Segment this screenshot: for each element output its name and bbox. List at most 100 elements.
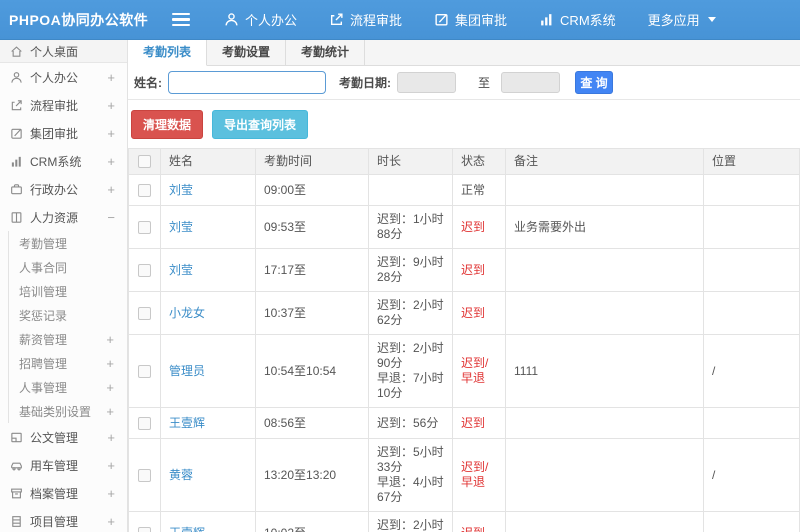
sidebar-item-admin-office[interactable]: 行政办公 + bbox=[0, 175, 127, 203]
duration-cell bbox=[368, 174, 453, 206]
menu-toggle-icon[interactable] bbox=[172, 13, 190, 26]
person-icon bbox=[9, 71, 23, 84]
sidebar-item-vehicle-management[interactable]: 用车管理 + bbox=[0, 451, 127, 479]
sidebar-item-archive-management[interactable]: 档案管理 + bbox=[0, 479, 127, 507]
employee-name-link[interactable]: 管理员 bbox=[169, 364, 205, 378]
duration-cell: 迟到：9小时28分 bbox=[368, 248, 453, 292]
location-cell bbox=[703, 291, 800, 335]
sidebar-subitem-personnel-management[interactable]: 人事管理 + bbox=[19, 375, 127, 399]
tab-attendance-stats[interactable]: 考勤统计 bbox=[286, 40, 366, 66]
action-buttons: 清理数据 导出查询列表 bbox=[128, 100, 800, 148]
sidebar-item-group-approval[interactable]: 集团审批 + bbox=[0, 119, 127, 147]
nav-item-more-apps[interactable]: 更多应用 bbox=[648, 10, 716, 29]
row-checkbox[interactable] bbox=[138, 220, 151, 234]
nav-item-personal-office[interactable]: 个人办公 bbox=[224, 10, 297, 29]
nav-item-group-approval[interactable]: 集团审批 bbox=[434, 10, 507, 29]
expand-plus-icon[interactable]: + bbox=[106, 332, 114, 347]
expand-plus-icon[interactable]: + bbox=[107, 458, 115, 473]
expand-plus-icon[interactable]: + bbox=[107, 154, 115, 169]
note-cell bbox=[505, 511, 704, 532]
sidebar-subitem-reward-punishment[interactable]: 奖惩记录 bbox=[19, 303, 127, 327]
row-checkbox-cell bbox=[128, 248, 161, 292]
row-checkbox-cell bbox=[128, 174, 161, 206]
expand-plus-icon[interactable]: + bbox=[107, 70, 115, 85]
person-icon bbox=[224, 12, 239, 27]
search-button[interactable]: 查 询 bbox=[575, 71, 614, 94]
note-cell: 业务需要外出 bbox=[505, 205, 704, 249]
sidebar-item-crm[interactable]: CRM系统 + bbox=[0, 147, 127, 175]
expand-plus-icon[interactable]: + bbox=[106, 380, 114, 395]
nav-item-workflow-approval[interactable]: 流程审批 bbox=[329, 10, 402, 29]
briefcase-icon bbox=[9, 183, 23, 196]
document-icon bbox=[9, 431, 23, 444]
export-list-button[interactable]: 导出查询列表 bbox=[212, 110, 309, 139]
expand-plus-icon[interactable]: + bbox=[107, 486, 115, 501]
sidebar-subitem-base-category-settings[interactable]: 基础类别设置 + bbox=[19, 399, 127, 423]
employee-name-link[interactable]: 王壹辉 bbox=[169, 416, 205, 430]
time-cell: 17:17至 bbox=[255, 248, 369, 292]
expand-plus-icon[interactable]: + bbox=[107, 126, 115, 141]
date-to-input[interactable] bbox=[501, 72, 561, 93]
expand-plus-icon[interactable]: + bbox=[107, 98, 115, 113]
time-cell: 10:02至 bbox=[255, 511, 369, 532]
expand-plus-icon[interactable]: + bbox=[107, 514, 115, 529]
row-checkbox[interactable] bbox=[138, 364, 151, 378]
col-duration: 时长 bbox=[368, 148, 453, 175]
sidebar-item-document-management[interactable]: 公文管理 + bbox=[0, 423, 127, 451]
employee-name-link[interactable]: 王壹辉 bbox=[169, 526, 205, 532]
employee-name-link[interactable]: 黄蓉 bbox=[169, 468, 193, 482]
row-checkbox[interactable] bbox=[138, 416, 151, 430]
sidebar-item-hr[interactable]: 人力资源 − bbox=[0, 203, 127, 231]
location-cell bbox=[703, 205, 800, 249]
sidebar-item-project-management[interactable]: 项目管理 + bbox=[0, 507, 127, 532]
note-cell bbox=[505, 291, 704, 335]
location-cell bbox=[703, 248, 800, 292]
select-all-checkbox[interactable] bbox=[138, 155, 151, 169]
sidebar-subitem-salary-management[interactable]: 薪资管理 + bbox=[19, 327, 127, 351]
sidebar: 个人桌面 个人办公 + 流程审批 + 集团审批 + CRM系统 + 行政办公 + bbox=[0, 40, 128, 532]
row-checkbox[interactable] bbox=[138, 526, 151, 532]
name-cell: 管理员 bbox=[160, 334, 256, 408]
sidebar-subitem-personnel-contract[interactable]: 人事合同 bbox=[19, 255, 127, 279]
row-checkbox-cell bbox=[128, 407, 161, 439]
row-checkbox[interactable] bbox=[138, 468, 151, 482]
date-from-input[interactable] bbox=[397, 72, 456, 93]
expand-plus-icon[interactable]: + bbox=[106, 356, 114, 371]
filter-form: 姓名: 考勤日期: 至 查 询 bbox=[128, 66, 800, 100]
tab-attendance-list[interactable]: 考勤列表 bbox=[128, 40, 208, 66]
status-cell: 迟到 bbox=[452, 248, 506, 292]
sidebar-subitem-recruitment-management[interactable]: 招聘管理 + bbox=[19, 351, 127, 375]
name-input[interactable] bbox=[168, 71, 326, 94]
employee-name-link[interactable]: 刘莹 bbox=[169, 263, 193, 277]
expand-plus-icon[interactable]: + bbox=[107, 182, 115, 197]
duration-cell: 迟到：56分 bbox=[368, 407, 453, 439]
employee-name-link[interactable]: 刘莹 bbox=[169, 183, 193, 197]
name-cell: 王壹辉 bbox=[160, 407, 256, 439]
time-cell: 08:56至 bbox=[255, 407, 369, 439]
sidebar-item-workflow-approval[interactable]: 流程审批 + bbox=[0, 91, 127, 119]
nav-item-crm[interactable]: CRM系统 bbox=[539, 10, 616, 29]
table-row: 管理员 10:54至10:54 迟到：2小时90分 早退：7小时10分 迟到/早退 11… bbox=[128, 334, 800, 408]
note-cell: 1111 bbox=[505, 334, 704, 408]
sidebar-subitem-attendance-management[interactable]: 考勤管理 bbox=[19, 231, 127, 255]
tab-attendance-settings[interactable]: 考勤设置 bbox=[207, 40, 287, 66]
clean-data-button[interactable]: 清理数据 bbox=[131, 110, 204, 139]
row-checkbox[interactable] bbox=[138, 306, 151, 320]
collapse-minus-icon[interactable]: − bbox=[107, 210, 115, 225]
sidebar-subitem-training-management[interactable]: 培训管理 bbox=[19, 279, 127, 303]
employee-name-link[interactable]: 刘莹 bbox=[169, 220, 193, 234]
expand-plus-icon[interactable]: + bbox=[107, 430, 115, 445]
name-label: 姓名: bbox=[134, 76, 162, 90]
hr-submenu: 考勤管理 人事合同 培训管理 奖惩记录 薪资管理 + 招聘管理 + 人事管理 + 基础… bbox=[8, 231, 127, 423]
employee-name-link[interactable]: 小龙女 bbox=[169, 306, 205, 320]
table-row: 王壹辉 08:56至 迟到：56分 迟到 bbox=[128, 407, 800, 439]
archive-icon bbox=[9, 487, 23, 500]
row-checkbox[interactable] bbox=[138, 263, 151, 277]
sidebar-item-personal-desktop[interactable]: 个人桌面 bbox=[0, 40, 127, 63]
time-cell: 10:37至 bbox=[255, 291, 369, 335]
expand-plus-icon[interactable]: + bbox=[106, 404, 114, 419]
sidebar-item-personal-office[interactable]: 个人办公 + bbox=[0, 63, 127, 91]
status-cell: 迟到 bbox=[452, 291, 506, 335]
workflow-icon bbox=[329, 12, 344, 27]
row-checkbox[interactable] bbox=[138, 183, 151, 197]
